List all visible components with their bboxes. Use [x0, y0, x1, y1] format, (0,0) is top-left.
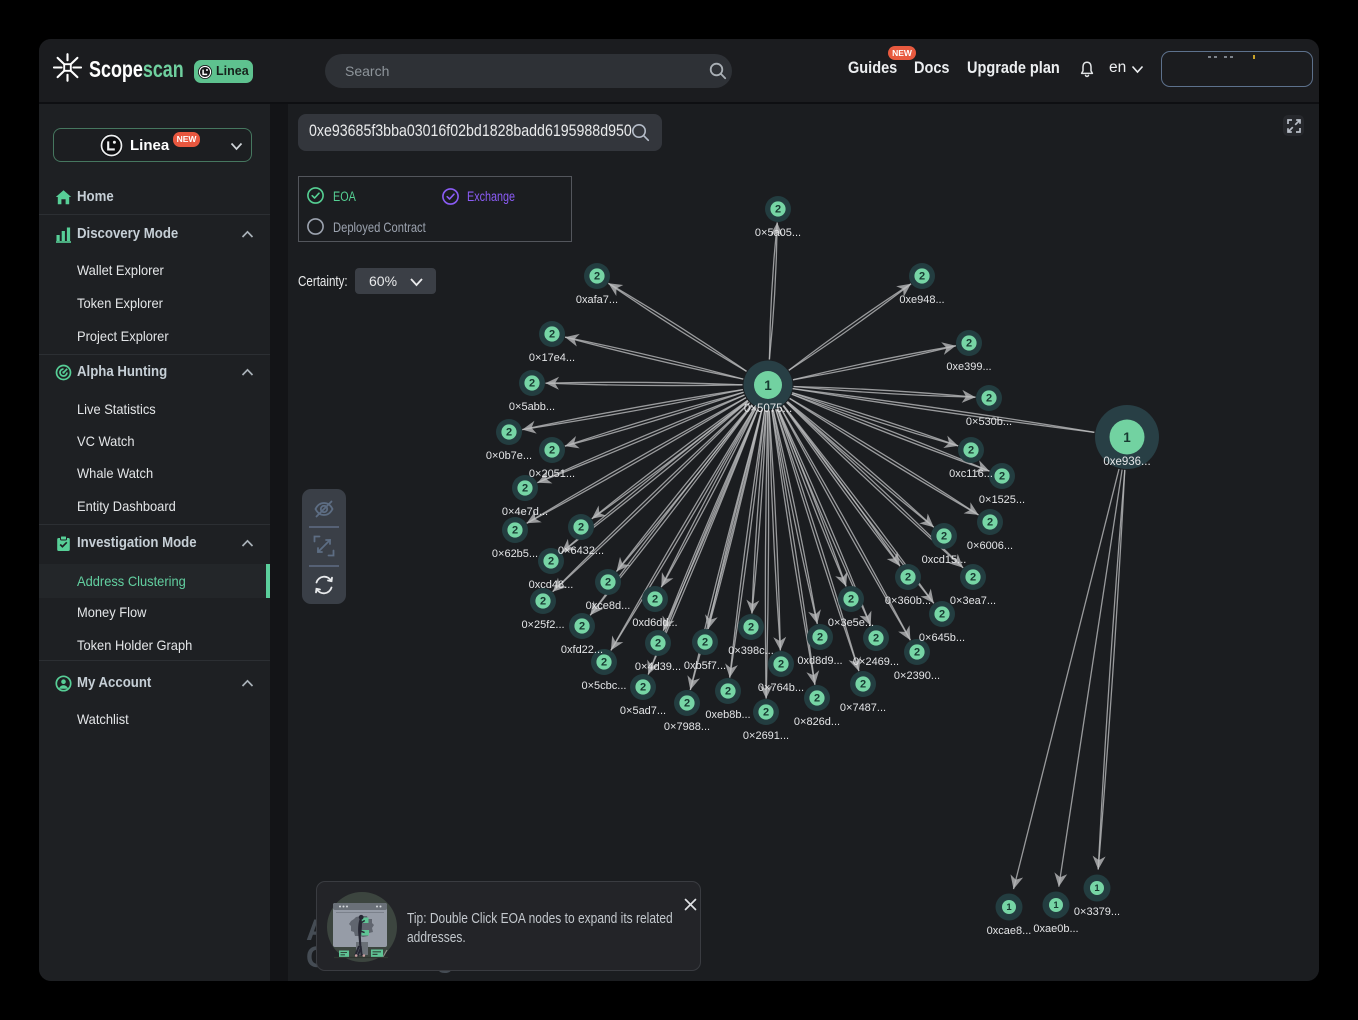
svg-text:0×7988...: 0×7988... [664, 721, 710, 733]
svg-text:0×3379...: 0×3379... [1074, 906, 1120, 918]
svg-text:0xcd48...: 0xcd48... [529, 579, 574, 591]
svg-text:0×7487...: 0×7487... [840, 702, 886, 714]
svg-text:0×5075...: 0×5075... [744, 403, 792, 415]
svg-text:0xeb8b...: 0xeb8b... [705, 709, 750, 721]
svg-text:0×2051...: 0×2051... [529, 468, 575, 480]
svg-text:0×2469...: 0×2469... [853, 656, 899, 668]
svg-text:2: 2 [549, 329, 555, 341]
svg-text:2: 2 [512, 525, 518, 537]
svg-text:2: 2 [601, 657, 607, 669]
svg-text:2: 2 [652, 594, 658, 606]
svg-text:2: 2 [540, 596, 546, 608]
svg-text:0×530b...: 0×530b... [966, 416, 1012, 428]
svg-text:2: 2 [999, 471, 1005, 483]
svg-text:0×0b7e...: 0×0b7e... [486, 450, 532, 462]
svg-text:2: 2 [578, 522, 584, 534]
svg-text:1: 1 [1006, 902, 1012, 913]
svg-text:0×645b...: 0×645b... [919, 632, 965, 644]
svg-text:2: 2 [966, 338, 972, 350]
svg-text:2: 2 [763, 707, 769, 719]
svg-text:0xc116...: 0xc116... [949, 468, 993, 480]
svg-text:2: 2 [939, 609, 945, 621]
svg-text:0×17e4...: 0×17e4... [529, 352, 575, 364]
svg-text:0xb5f7...: 0xb5f7... [684, 660, 726, 672]
svg-text:2: 2 [970, 572, 976, 584]
svg-text:0×5abb...: 0×5abb... [509, 401, 555, 413]
svg-text:1: 1 [1123, 430, 1131, 445]
svg-text:1: 1 [764, 378, 772, 393]
svg-text:0×25f2...: 0×25f2... [521, 619, 564, 631]
svg-text:2: 2 [905, 572, 911, 584]
svg-text:0×6432...: 0×6432... [558, 545, 604, 557]
svg-text:2: 2 [987, 517, 993, 529]
svg-text:0×5cbc...: 0×5cbc... [582, 680, 627, 692]
svg-text:0×1525...: 0×1525... [979, 494, 1025, 506]
svg-text:2: 2 [594, 271, 600, 283]
svg-text:0xae0b...: 0xae0b... [1033, 923, 1078, 935]
svg-text:0×2691...: 0×2691... [743, 730, 789, 742]
svg-text:2: 2 [778, 659, 784, 671]
svg-text:2: 2 [522, 483, 528, 495]
svg-text:0×398c...: 0×398c... [728, 645, 774, 657]
svg-text:0xafa7...: 0xafa7... [576, 294, 618, 306]
svg-text:2: 2 [968, 445, 974, 457]
svg-text:0×3e5e...: 0×3e5e... [828, 617, 874, 629]
svg-text:2: 2 [605, 577, 611, 589]
svg-text:0xe948...: 0xe948... [899, 294, 944, 306]
svg-text:1: 1 [1094, 883, 1100, 894]
svg-text:2: 2 [860, 679, 866, 691]
svg-text:0xcae8...: 0xcae8... [987, 925, 1032, 937]
svg-text:0xd8d9...: 0xd8d9... [797, 655, 842, 667]
svg-text:0xe399...: 0xe399... [946, 361, 991, 373]
svg-text:2: 2 [655, 638, 661, 650]
svg-text:2: 2 [986, 393, 992, 405]
svg-text:0×5ad7...: 0×5ad7... [620, 705, 666, 717]
svg-text:0×62b5...: 0×62b5... [492, 548, 538, 560]
svg-text:2: 2 [702, 637, 708, 649]
svg-text:0xfd22...: 0xfd22... [561, 644, 603, 656]
svg-text:2: 2 [848, 594, 854, 606]
svg-text:0×4d39...: 0×4d39... [635, 661, 681, 673]
svg-text:0×3ea7...: 0×3ea7... [950, 595, 996, 607]
svg-text:0×2390...: 0×2390... [894, 670, 940, 682]
svg-text:2: 2 [529, 378, 535, 390]
svg-text:2: 2 [549, 445, 555, 457]
svg-text:0×826d...: 0×826d... [794, 716, 840, 728]
svg-text:2: 2 [725, 686, 731, 698]
svg-text:2: 2 [775, 204, 781, 216]
svg-text:2: 2 [817, 632, 823, 644]
svg-text:2: 2 [919, 271, 925, 283]
svg-text:2: 2 [814, 693, 820, 705]
svg-text:2: 2 [579, 621, 585, 633]
svg-text:2: 2 [548, 556, 554, 568]
svg-text:1: 1 [1053, 900, 1059, 911]
svg-text:0xce8d...: 0xce8d... [586, 600, 631, 612]
svg-text:2: 2 [684, 698, 690, 710]
svg-text:0×360b...: 0×360b... [885, 595, 931, 607]
svg-text:0xd6dd...: 0xd6dd... [632, 617, 677, 629]
svg-text:2: 2 [640, 682, 646, 694]
svg-text:0xe936...: 0xe936... [1103, 456, 1150, 468]
svg-text:2: 2 [941, 531, 947, 543]
svg-text:2: 2 [914, 647, 920, 659]
svg-text:0xcd15...: 0xcd15... [922, 554, 967, 566]
svg-text:0×5a05...: 0×5a05... [755, 227, 801, 239]
svg-text:0×764b...: 0×764b... [758, 682, 804, 694]
svg-text:0×6006...: 0×6006... [967, 540, 1013, 552]
svg-text:2: 2 [748, 622, 754, 634]
svg-text:2: 2 [506, 427, 512, 439]
svg-text:2: 2 [873, 633, 879, 645]
svg-text:0×4e7d...: 0×4e7d... [502, 506, 548, 518]
